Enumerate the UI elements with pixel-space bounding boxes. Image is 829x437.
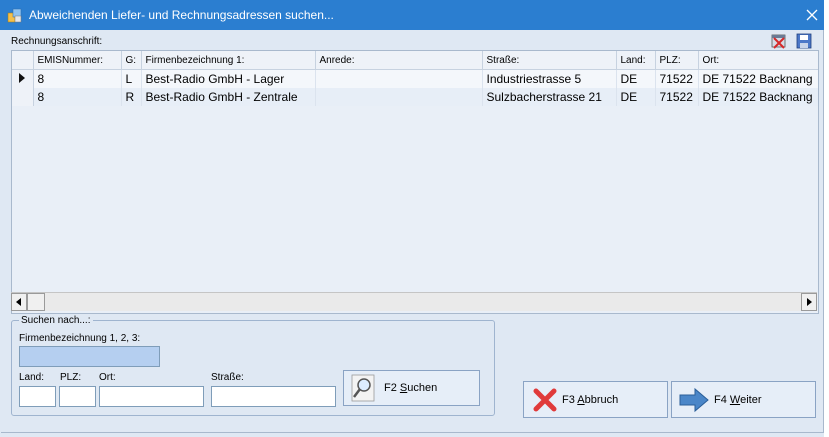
search-button[interactable]: F2 Suchen — [343, 370, 480, 406]
grid-header-row: EMISNummer: G: Firmenbezeichnung 1: Anre… — [12, 51, 818, 70]
cancel-button-label: F3 Abbruch — [562, 393, 619, 406]
delete-layout-icon[interactable] — [770, 32, 788, 50]
section-label: Rechnungsanschrift: — [11, 36, 103, 47]
arrow-right-icon — [807, 298, 812, 306]
cell-ort: DE 71522 Backnang — [698, 88, 818, 106]
cell-emis: 8 — [33, 88, 122, 106]
magnifier-icon — [351, 374, 375, 402]
search-group-legend: Suchen nach...: — [19, 315, 93, 326]
current-row-indicator — [12, 69, 34, 88]
column-header-emis[interactable]: EMISNummer: — [33, 51, 122, 70]
close-icon — [806, 9, 818, 21]
row-indicator — [12, 88, 34, 106]
column-header-ort[interactable]: Ort: — [698, 51, 818, 70]
window-title: Abweichenden Liefer- und Rechnungsadress… — [29, 8, 334, 22]
firma-label: Firmenbezeichnung 1, 2, 3: — [19, 333, 141, 344]
next-button[interactable]: F4 Weiter — [671, 381, 816, 418]
cell-anrede — [315, 88, 483, 106]
cell-plz: 71522 — [655, 88, 699, 106]
land-label: Land: — [19, 372, 45, 383]
scroll-right-button[interactable] — [801, 293, 817, 311]
address-grid[interactable]: EMISNummer: G: Firmenbezeichnung 1: Anre… — [11, 50, 819, 314]
plz-input[interactable] — [59, 386, 96, 407]
cell-firma: Best-Radio GmbH - Zentrale — [141, 88, 316, 106]
column-header-anrede[interactable]: Anrede: — [315, 51, 483, 70]
horizontal-scrollbar[interactable] — [11, 292, 817, 311]
column-header-land[interactable]: Land: — [616, 51, 656, 70]
column-header-plz[interactable]: PLZ: — [655, 51, 699, 70]
cell-firma: Best-Radio GmbH - Lager — [141, 69, 316, 88]
cell-strasse: Industriestrasse 5 — [482, 69, 617, 88]
cell-anrede — [315, 69, 483, 88]
row-indicator-header — [12, 51, 34, 70]
table-row[interactable]: 8 L Best-Radio GmbH - Lager Industriestr… — [12, 69, 818, 88]
cell-plz: 71522 — [655, 69, 699, 88]
ort-input[interactable] — [99, 386, 204, 407]
cell-land: DE — [616, 88, 656, 106]
column-header-g[interactable]: G: — [121, 51, 142, 70]
cell-strasse: Sulzbacherstrasse 21 — [482, 88, 617, 106]
strasse-input[interactable] — [211, 386, 336, 407]
arrow-right-big-icon — [679, 387, 709, 412]
firma-search-input[interactable] — [19, 346, 160, 367]
title-bar: Abweichenden Liefer- und Rechnungsadress… — [0, 0, 829, 30]
cancel-x-icon — [533, 388, 557, 411]
scroll-thumb[interactable] — [27, 293, 45, 311]
cell-ort: DE 71522 Backnang — [698, 69, 818, 88]
row-pointer-icon — [19, 73, 26, 83]
next-button-label: F4 Weiter — [714, 393, 762, 406]
scroll-left-button[interactable] — [11, 293, 27, 311]
column-header-firma[interactable]: Firmenbezeichnung 1: — [141, 51, 316, 70]
cell-land: DE — [616, 69, 656, 88]
background-window-edge — [824, 0, 829, 437]
arrow-left-icon — [16, 298, 21, 306]
cell-g: R — [121, 88, 142, 106]
save-icon[interactable] — [795, 32, 813, 50]
plz-label: PLZ: — [60, 372, 82, 383]
cancel-button[interactable]: F3 Abbruch — [523, 381, 668, 418]
dialog-client-area: Rechnungsanschrift: EMISNummer: G: Firme… — [1, 30, 824, 433]
ort-label: Ort: — [99, 372, 116, 383]
cell-g: L — [121, 69, 142, 88]
strasse-label: Straße: — [211, 372, 244, 383]
column-header-strasse[interactable]: Straße: — [482, 51, 617, 70]
app-icon — [7, 8, 22, 23]
table-row[interactable]: 8 R Best-Radio GmbH - Zentrale Sulzbache… — [12, 88, 818, 106]
cell-emis: 8 — [33, 69, 122, 88]
land-input[interactable] — [19, 386, 56, 407]
search-button-label: F2 Suchen — [384, 382, 438, 394]
